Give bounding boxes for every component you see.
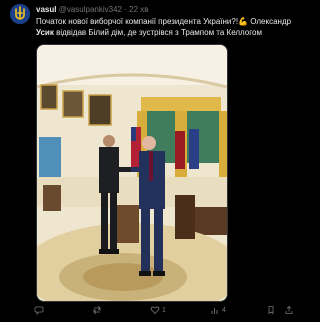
post-photo[interactable] [36, 44, 228, 302]
post-header: vasul @vasulpankiv342 · 22 хв [36, 5, 149, 15]
action-bar: 1 4 [30, 303, 294, 317]
post[interactable]: vasul @vasulpankiv342 · 22 хв Початок но… [0, 0, 300, 322]
repost-button[interactable] [92, 303, 104, 317]
reply-icon [34, 306, 44, 315]
views-button[interactable]: 4 [210, 303, 226, 317]
avatar[interactable] [10, 4, 30, 24]
post-text-line2: відвідав Білий дім, де зустрівся з Трамп… [53, 28, 262, 37]
repost-icon [93, 305, 101, 315]
trident-icon [10, 4, 30, 24]
post-time[interactable]: 22 хв [129, 5, 148, 14]
bookmark-button[interactable] [266, 303, 276, 317]
like-button[interactable]: 1 [150, 303, 166, 317]
post-text-bold: Усик [36, 28, 54, 37]
author-handle[interactable]: @vasulpankiv342 [59, 5, 122, 14]
like-icon [150, 306, 160, 315]
post-text: Початок нової виборчої компанії президен… [36, 16, 294, 38]
views-icon [211, 308, 218, 314]
views-count: 4 [222, 306, 226, 314]
reply-button[interactable] [34, 303, 46, 317]
oval-office-photo [37, 45, 227, 301]
separator: · [124, 5, 127, 14]
author-name[interactable]: vasul [36, 5, 56, 14]
post-text-line1: Початок нової виборчої компанії президен… [36, 17, 292, 26]
like-count: 1 [162, 306, 166, 314]
share-button[interactable] [284, 303, 294, 317]
bookmark-icon [268, 306, 274, 315]
share-icon [285, 305, 293, 314]
